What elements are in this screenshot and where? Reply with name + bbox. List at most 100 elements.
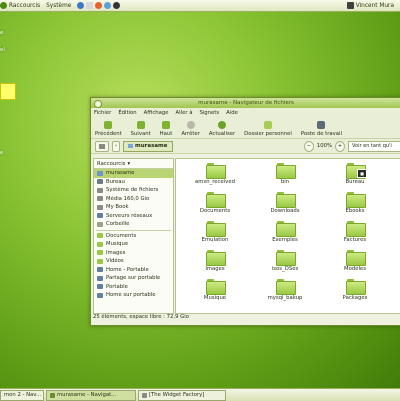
crumb-label: murasame	[135, 143, 168, 149]
taskbar-item[interactable]: mon 2 - Nav...	[0, 389, 44, 401]
help-icon[interactable]	[104, 2, 112, 9]
sidebar-divider	[96, 229, 171, 231]
file-item[interactable]: ■ Bureau	[320, 161, 390, 190]
file-label: amsn_received	[195, 179, 235, 185]
menubar: Fichier Édition Affichage Aller à Signet…	[91, 108, 400, 117]
network-folder-icon	[97, 267, 103, 273]
launcher-icons[interactable]	[77, 2, 122, 9]
file-label: Images	[205, 266, 225, 272]
desktop-icon-label[interactable]: e	[0, 30, 3, 36]
folder-icon	[346, 250, 366, 266]
file-item[interactable]: amsn_received	[180, 161, 250, 190]
sidebar-item-murasame[interactable]: murasame	[94, 169, 173, 178]
file-item[interactable]: Musique	[180, 277, 250, 306]
folder-icon	[276, 163, 296, 179]
browser-icon[interactable]	[77, 2, 85, 9]
forward-button[interactable]: Suivant	[131, 121, 151, 138]
sidebar-item-label: murasame	[106, 170, 135, 177]
sidebar-item-portable[interactable]: Portable	[94, 283, 173, 292]
folder-icon	[346, 221, 366, 237]
sidebar-item-home-sur-portable[interactable]: Home sur portable	[94, 291, 173, 300]
volume-icon[interactable]	[346, 2, 354, 9]
menu-raccourcis[interactable]: Raccourcis	[0, 2, 40, 9]
folder-icon	[97, 233, 103, 239]
folder-icon	[97, 250, 103, 256]
network-folder-icon	[97, 275, 103, 281]
sidebar-item-partage-portable[interactable]: Partage sur portable	[94, 274, 173, 283]
menu-systeme[interactable]: Système	[46, 3, 71, 9]
zoom-controls: − 100% + Voir en tant qu'i	[303, 140, 400, 152]
menu-aller-a[interactable]: Aller à	[176, 110, 193, 116]
zoom-out-icon[interactable]: −	[303, 140, 314, 152]
file-item[interactable]: mysql_bakup	[250, 277, 320, 306]
back-button[interactable]: Précédent	[95, 121, 122, 138]
user-menu[interactable]: Vincent Mura	[356, 3, 394, 9]
file-label: mysql_bakup	[267, 295, 303, 301]
file-item[interactable]: Ebooks	[320, 190, 390, 219]
file-item[interactable]: Downloads	[250, 190, 320, 219]
zoom-level: 100%	[316, 143, 332, 149]
menu-signets[interactable]: Signets	[199, 110, 219, 116]
up-label: Haut	[159, 131, 173, 137]
desktop-selected-icon[interactable]	[0, 83, 16, 100]
sidebar-item-media[interactable]: Média 160,0 Gio	[94, 195, 173, 204]
zoom-in-icon[interactable]: +	[335, 140, 345, 152]
file-item[interactable]: Exemples	[250, 219, 320, 248]
file-item[interactable]: bin	[250, 161, 320, 190]
desktop-icon-label[interactable]: e	[0, 150, 3, 156]
trash-icon	[97, 221, 103, 227]
computer-icon	[317, 121, 326, 129]
file-item[interactable]: Modèles	[320, 248, 390, 277]
folder-icon	[276, 221, 296, 237]
sidebar-item-videos[interactable]: Vidéos	[94, 257, 173, 266]
file-item[interactable]: Packages	[320, 277, 390, 306]
sidebar-item-network[interactable]: Serveurs réseaux	[94, 212, 173, 221]
folder-icon	[346, 279, 366, 295]
path-crumb-home[interactable]: murasame	[123, 140, 173, 152]
sidebar-item-filesystem[interactable]: Système de fichiers	[94, 186, 173, 195]
menu-edition[interactable]: Édition	[118, 110, 136, 116]
sidebar-item-label: My Book	[106, 204, 129, 211]
up-button[interactable]: Haut	[159, 121, 173, 138]
file-view: amsn_received bin ■ Bureau Documents Down…	[175, 158, 400, 314]
sidebar-header[interactable]: Raccourcis ▾	[94, 159, 173, 169]
terminal-icon[interactable]	[113, 2, 121, 9]
sidebar-item-images[interactable]: Images	[94, 249, 173, 258]
sidebar-item-label: Vidéos	[106, 258, 124, 265]
taskbar-item[interactable]: [The Widget Factory]	[138, 389, 226, 401]
file-item[interactable]: Documents	[180, 190, 250, 219]
sidebar-item-documents[interactable]: Documents	[94, 232, 173, 241]
sidebar-item-trash[interactable]: Corbeille	[94, 220, 173, 229]
sidebar-item-mybook[interactable]: My Book	[94, 203, 173, 212]
window-titlebar[interactable]: murasame - Navigateur de fichiers	[91, 98, 400, 108]
sidebar-item-musique[interactable]: Musique	[94, 240, 173, 249]
path-left-button[interactable]: ‹	[112, 140, 120, 152]
sidebar-item-home-portable[interactable]: Home - Portable	[94, 266, 173, 275]
taskbar-item-active[interactable]: murasame - Navigat...	[46, 389, 136, 401]
view-as-select[interactable]: Voir en tant qu'i	[348, 140, 400, 152]
file-item[interactable]: isos_OSes	[250, 248, 320, 277]
firefox-icon[interactable]	[95, 2, 103, 9]
menu-aide[interactable]: Aide	[226, 110, 238, 116]
sidebar-item-label: Documents	[106, 232, 137, 239]
mail-icon[interactable]	[86, 2, 94, 9]
sidebar-item-bureau[interactable]: Bureau	[94, 178, 173, 187]
window-menu-icon[interactable]	[94, 100, 102, 108]
file-label: Exemples	[272, 237, 298, 243]
file-item[interactable]: Images	[180, 248, 250, 277]
desktop-icon-label[interactable]: el	[0, 47, 5, 53]
toggle-location-button[interactable]	[95, 140, 109, 152]
top-panel: Raccourcis Système Vincent Mura	[0, 0, 400, 12]
status-bar: 25 éléments, espace libre : 72,9 Gio	[93, 314, 189, 320]
menu-affichage[interactable]: Affichage	[144, 110, 169, 116]
reload-button[interactable]: Actualiser	[209, 121, 235, 138]
file-label: bin	[280, 179, 290, 185]
file-item[interactable]: Factures	[320, 219, 390, 248]
sidebar-item-label: Portable	[106, 283, 128, 290]
home-button[interactable]: Dossier personnel	[244, 121, 292, 138]
file-item[interactable]: Emulation	[180, 219, 250, 248]
location-bar: ‹ murasame − 100% + Voir en tant qu'i	[91, 139, 400, 154]
stop-button[interactable]: Arrêter	[181, 121, 200, 138]
menu-fichier[interactable]: Fichier	[94, 110, 111, 116]
computer-button[interactable]: Poste de travail	[301, 121, 342, 138]
